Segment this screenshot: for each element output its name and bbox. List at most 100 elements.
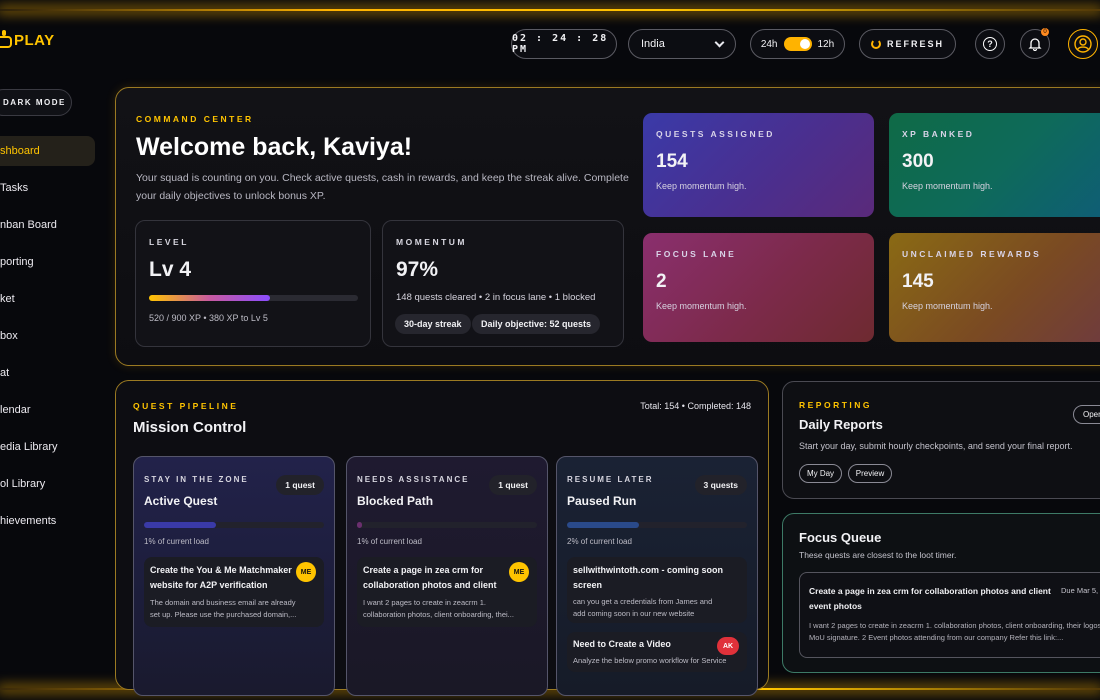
quest-title-line1: Create the You & Me Matchmaker: [150, 565, 292, 575]
country-value: India: [641, 38, 665, 50]
notification-badge: 0: [1041, 28, 1049, 36]
focus-queue-panel: Focus Queue These quests are closest to …: [782, 513, 1100, 673]
time-format-toggle[interactable]: 24h 12h: [750, 29, 845, 59]
momentum-card: MOMENTUM 97% 148 quests cleared • 2 in f…: [382, 220, 624, 347]
level-card: LEVEL Lv 4 520 / 900 XP • 380 XP to Lv 5: [135, 220, 371, 347]
unclaimed-rewards-label: UNCLAIMED REWARDS: [902, 249, 1042, 259]
sidebar-item-tool-library[interactable]: ol Library: [0, 469, 95, 499]
quests-assigned-note: Keep momentum high.: [656, 181, 747, 191]
momentum-label: MOMENTUM: [396, 237, 467, 247]
country-select[interactable]: India: [628, 29, 736, 59]
refresh-button[interactable]: REFRESH: [859, 29, 956, 59]
column-eyebrow: NEEDS ASSISTANCE: [357, 475, 470, 484]
level-label: LEVEL: [149, 237, 189, 247]
sidebar-item-chat[interactable]: at: [0, 358, 95, 388]
sidebar-item-tasks[interactable]: Tasks: [0, 173, 95, 203]
sidebar-item-kanban[interactable]: nban Board: [0, 210, 95, 240]
preview-button[interactable]: Preview: [848, 464, 892, 483]
focus-queue-title: Focus Queue: [799, 530, 882, 545]
quest-title-line1: Need to Create a Video: [573, 639, 671, 649]
unclaimed-rewards-note: Keep momentum high.: [902, 301, 993, 311]
sidebar-item-inbox[interactable]: box: [0, 321, 95, 351]
unclaimed-rewards-value: 145: [902, 271, 934, 292]
sidebar-item-dashboard[interactable]: shboard: [0, 136, 95, 166]
load-caption: 2% of current load: [567, 537, 632, 546]
momentum-value: 97%: [396, 258, 439, 281]
column-title: Active Quest: [144, 494, 218, 508]
focus-lane-tile[interactable]: FOCUS LANE 2 Keep momentum high.: [643, 233, 874, 342]
quest-card[interactable]: Create the You & Me Matchmaker website f…: [144, 557, 324, 627]
column-title: Paused Run: [567, 494, 637, 508]
top-glow-border: [0, 9, 1100, 11]
focus-lane-value: 2: [656, 271, 667, 292]
xp-progress-fill: [149, 295, 270, 301]
momentum-caption: 148 quests cleared • 2 in focus lane • 1…: [396, 292, 596, 303]
sidebar-item-market[interactable]: ket: [0, 284, 95, 314]
notifications-button[interactable]: 0: [1020, 28, 1050, 59]
help-button[interactable]: ?: [975, 29, 1005, 59]
help-icon: ?: [983, 37, 997, 51]
unclaimed-rewards-tile[interactable]: UNCLAIMED REWARDS 145 Keep momentum high…: [889, 233, 1100, 342]
focus-quest-card[interactable]: Create a page in zea crm for collaborati…: [799, 572, 1100, 658]
quest-body-line1: The domain and business email are alread…: [150, 598, 296, 607]
quest-pipeline-eyebrow: QUEST PIPELINE: [133, 401, 239, 411]
column-count-badge: 1 quest: [489, 475, 537, 495]
sidebar-item-achievements[interactable]: hievements: [0, 506, 95, 536]
quests-assigned-value: 154: [656, 151, 688, 172]
assignee-avatar: ME: [509, 562, 529, 582]
format-24-label: 24h: [760, 38, 778, 50]
quest-body-line1: Analyze the below promo workflow for Ser…: [573, 656, 727, 665]
sidebar-item-reporting[interactable]: porting: [0, 247, 95, 277]
xp-banked-label: XP BANKED: [902, 129, 975, 139]
welcome-subtitle-line1: Your squad is counting on you. Check act…: [136, 172, 629, 184]
sidebar-item-calendar[interactable]: lendar: [0, 395, 95, 425]
daily-reports-panel: REPORTING Daily Reports Start your day, …: [782, 381, 1100, 499]
quest-card[interactable]: sellwithwintoth.com - coming soon screen…: [567, 557, 747, 623]
command-center-panel: COMMAND CENTER Welcome back, Kaviya! You…: [115, 87, 1100, 366]
load-fill: [357, 522, 363, 528]
chevron-down-icon: [714, 37, 725, 47]
brand-logo[interactable]: PLAY: [0, 30, 55, 50]
sidebar-item-media-library[interactable]: edia Library: [0, 432, 95, 462]
focus-lane-note: Keep momentum high.: [656, 301, 747, 311]
load-caption: 1% of current load: [144, 537, 209, 546]
command-center-eyebrow: COMMAND CENTER: [136, 114, 254, 124]
focus-quest-body-line2: MoU signature. 2 Event photos attending …: [809, 633, 1064, 642]
profile-button[interactable]: [1068, 29, 1098, 59]
brand-name: PLAY: [14, 31, 55, 49]
refresh-icon: [870, 39, 881, 49]
quest-title-line2: collaboration photos and client: [363, 580, 497, 590]
focus-quest-title-line2: event photos: [809, 601, 862, 611]
load-track: [144, 522, 324, 528]
assignee-avatar: ME: [296, 562, 316, 582]
focus-quest-title-line1: Create a page in zea crm for collaborati…: [809, 586, 1051, 596]
mission-control-title: Mission Control: [133, 419, 247, 436]
focus-lane-label: FOCUS LANE: [656, 249, 737, 259]
quest-title-line1: sellwithwintoth.com - coming soon: [573, 565, 723, 575]
column-active-quest: STAY IN THE ZONE Active Quest 1 quest 1%…: [133, 456, 335, 696]
quest-title-line2: website for A2P verification: [150, 580, 268, 590]
refresh-label: REFRESH: [886, 39, 944, 49]
pipeline-summary: Total: 154 • Completed: 148: [640, 401, 751, 411]
column-paused-run: RESUME LATER Paused Run 3 quests 2% of c…: [556, 456, 758, 696]
quest-card[interactable]: Create a page in zea crm for collaborati…: [357, 557, 537, 627]
dark-mode-button[interactable]: DARK MODE: [0, 89, 72, 116]
quest-card[interactable]: Need to Create a Video Analyze the below…: [567, 632, 747, 672]
quest-title-line2: screen: [573, 580, 603, 590]
focus-queue-subtitle: These quests are closest to the loot tim…: [799, 550, 957, 560]
quest-body-line1: can you get a credentials from James and: [573, 597, 713, 606]
quests-assigned-tile[interactable]: QUESTS ASSIGNED 154 Keep momentum high.: [643, 113, 874, 217]
quest-body-line2: set up. Please use the purchased domain,…: [150, 610, 297, 619]
xp-banked-tile[interactable]: XP BANKED 300 Keep momentum high.: [889, 113, 1100, 217]
my-day-button[interactable]: My Day: [799, 464, 842, 483]
xp-banked-value: 300: [902, 151, 934, 172]
quest-body-line1: I want 2 pages to create in zeacrm 1.: [363, 598, 486, 607]
clock-display: 02 : 24 : 28 PM: [511, 29, 617, 59]
mission-control-panel: QUEST PIPELINE Mission Control Total: 15…: [115, 380, 769, 696]
toggle-switch[interactable]: [783, 37, 812, 51]
xp-banked-note: Keep momentum high.: [902, 181, 993, 191]
robot-icon: [0, 30, 14, 50]
open-button[interactable]: Oper: [1073, 405, 1100, 424]
quest-body-line2: add coming soon in our new website: [573, 609, 695, 618]
column-title: Blocked Path: [357, 494, 434, 508]
